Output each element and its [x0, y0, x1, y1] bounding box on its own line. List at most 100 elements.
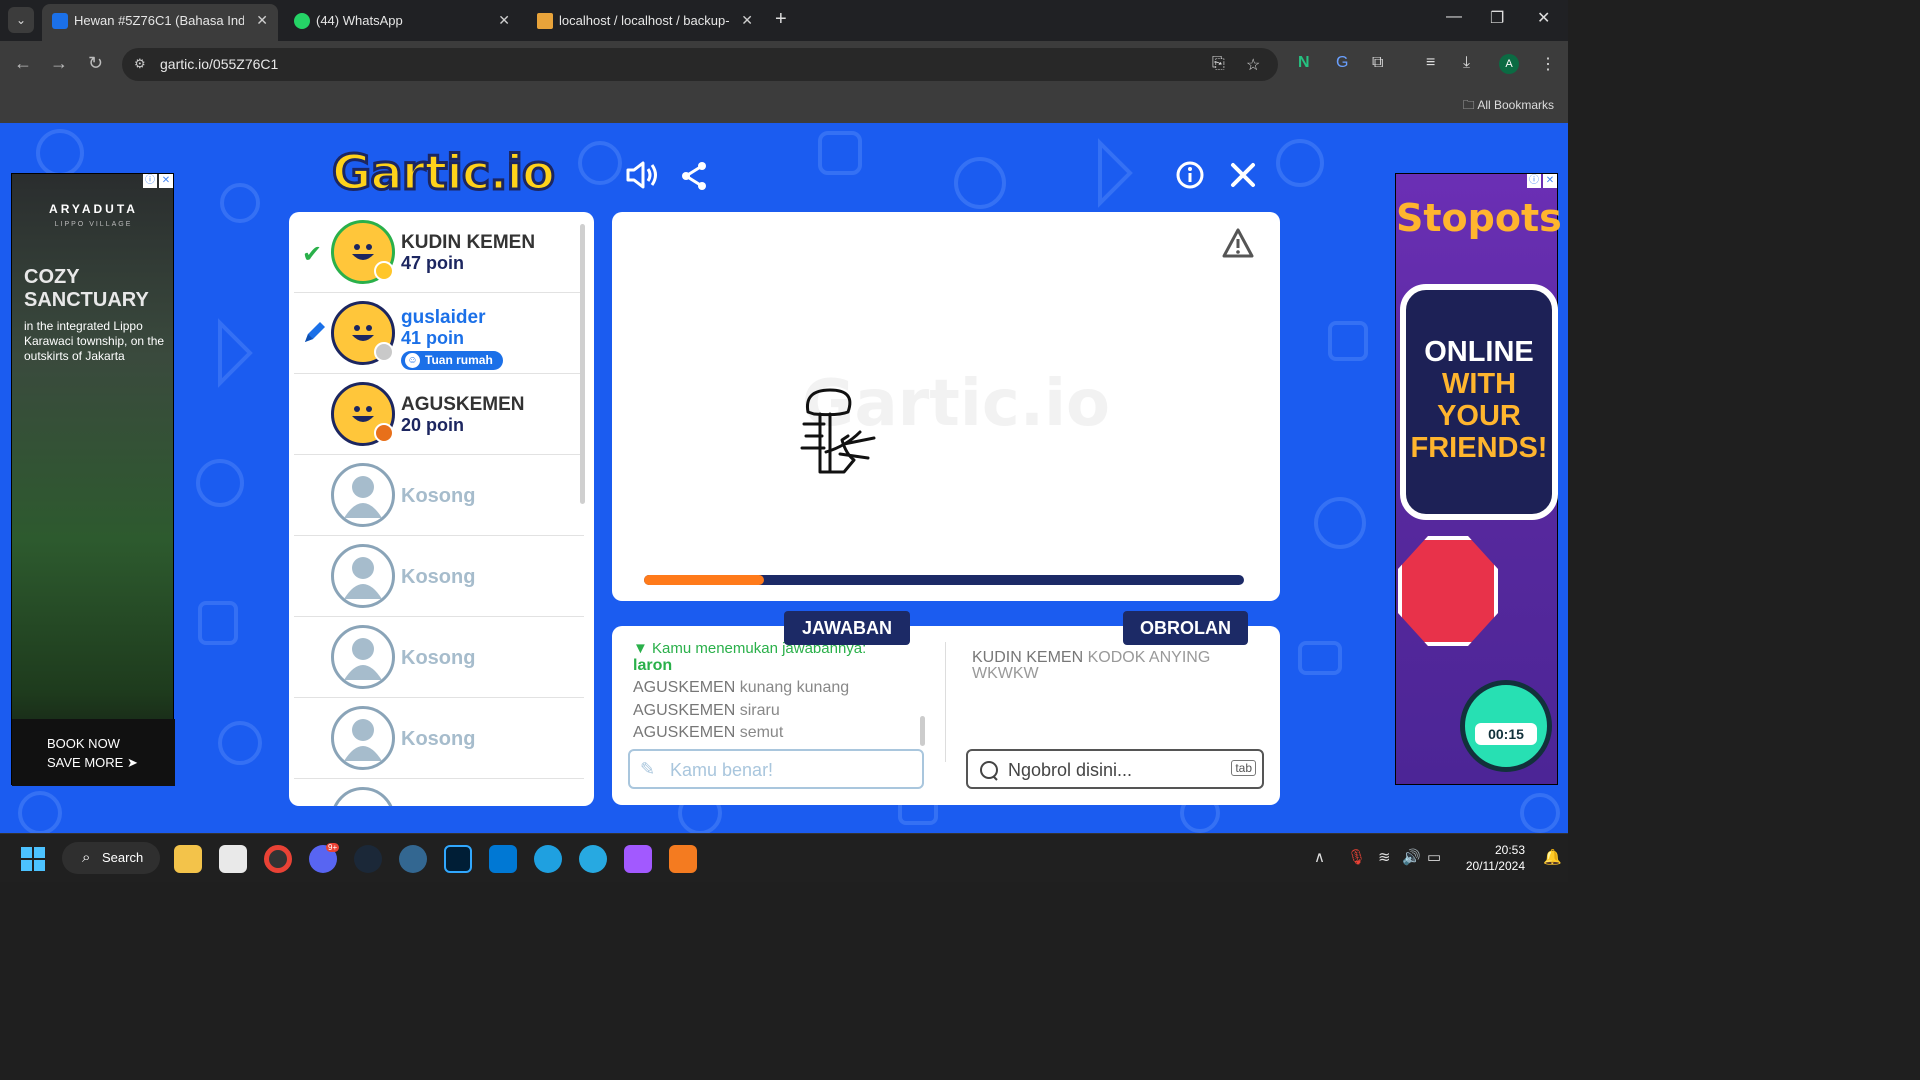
- empty-slot: Kosong: [294, 617, 584, 698]
- download-icon[interactable]: ⤓: [1463, 54, 1470, 72]
- wifi-icon[interactable]: ≋: [1378, 848, 1391, 866]
- tab-phpmyadmin[interactable]: localhost / localhost / backup-p ✕: [527, 4, 763, 41]
- file-explorer-icon[interactable]: [174, 845, 202, 873]
- app-icon[interactable]: [579, 845, 607, 873]
- smiley-face-icon: [352, 325, 374, 341]
- smiley-face-icon: [352, 406, 374, 422]
- close-tab-icon[interactable]: ✕: [498, 4, 510, 37]
- tab-key-hint: tab: [1231, 760, 1256, 776]
- site-info-icon[interactable]: ⚙: [134, 56, 146, 72]
- ad-brand: ARYADUTA: [49, 202, 138, 216]
- gartic-logo[interactable]: Gartic.io: [331, 144, 557, 203]
- volume-icon[interactable]: 🔊: [1402, 848, 1421, 866]
- extension-n-icon[interactable]: N: [1298, 54, 1310, 72]
- host-smile-icon: ☺: [405, 353, 420, 368]
- panel-divider: [945, 642, 946, 762]
- ad-body: in the integrated Lippo Karawaci townshi…: [24, 319, 165, 363]
- sound-icon[interactable]: [625, 160, 659, 190]
- ad-close-icon[interactable]: ✕: [1543, 174, 1557, 188]
- notification-bell-icon[interactable]: 🔔: [1543, 848, 1562, 866]
- close-tab-icon[interactable]: ✕: [256, 4, 268, 37]
- ad-panel: ONLINE WITH YOUR FRIENDS!: [1400, 284, 1558, 520]
- forward-button[interactable]: →: [50, 53, 68, 74]
- taskbar-clock[interactable]: 20:53 20/11/2024: [1455, 842, 1525, 874]
- all-bookmarks-button[interactable]: 🗀 All Bookmarks: [1463, 96, 1554, 117]
- adchoices-icon[interactable]: ⓘ: [1527, 174, 1541, 188]
- ad-cta[interactable]: BOOK NOW SAVE MORE ➤: [12, 719, 175, 786]
- reload-button[interactable]: ↻: [88, 53, 103, 74]
- taskbar-search[interactable]: ⌕ Search: [62, 842, 160, 874]
- url-text: gartic.io/055Z76C1: [160, 56, 279, 72]
- profile-avatar[interactable]: A: [1499, 54, 1519, 74]
- player-drawing: [800, 388, 876, 474]
- steam-icon[interactable]: [354, 845, 382, 873]
- chat-message: KUDIN KEMEN KODOK ANYING WKWKW: [972, 650, 1252, 682]
- answer-input-placeholder: Kamu benar!: [670, 760, 774, 780]
- player-color-dot: [374, 342, 394, 362]
- player-name: KUDIN KEMEN: [401, 232, 536, 253]
- chat-tab[interactable]: OBROLAN: [1123, 611, 1248, 645]
- answers-scrollbar[interactable]: [920, 716, 925, 746]
- close-tab-icon[interactable]: ✕: [741, 4, 753, 37]
- info-icon[interactable]: [1176, 161, 1204, 189]
- edge-icon[interactable]: [534, 845, 562, 873]
- user-silhouette-icon: [344, 557, 382, 599]
- media-control-icon[interactable]: ≡: [1426, 54, 1435, 72]
- report-warning-icon[interactable]: [1222, 228, 1254, 258]
- photoshop-icon[interactable]: [444, 845, 472, 873]
- chrome-icon[interactable]: [264, 845, 292, 873]
- translate-extension-icon[interactable]: G: [1336, 54, 1348, 72]
- extensions-icon[interactable]: ⧉: [1372, 54, 1383, 72]
- tray-overflow-icon[interactable]: ∧: [1314, 848, 1325, 866]
- copilot-icon[interactable]: [669, 845, 697, 873]
- install-app-icon[interactable]: ⎘: [1212, 55, 1225, 73]
- answers-tab[interactable]: JAWABAN: [784, 611, 910, 645]
- empty-slot-partial: [294, 779, 584, 806]
- player-points: 20 poin: [401, 415, 465, 435]
- close-window-button[interactable]: ✕: [1537, 8, 1550, 28]
- tab-gartic[interactable]: Hewan #5Z76C1 (Bahasa Indon ✕: [42, 4, 278, 41]
- microsoft-store-icon[interactable]: [219, 845, 247, 873]
- adchoices-icon[interactable]: ⓘ: [143, 174, 157, 188]
- answer-input[interactable]: ✎ Kamu benar!: [628, 749, 924, 789]
- player-list-scrollbar[interactable]: [580, 224, 585, 504]
- empty-slot: Kosong: [294, 455, 584, 536]
- found-answer-word: laron: [633, 657, 673, 674]
- player-name: AGUSKEMEN: [401, 394, 525, 415]
- restore-button[interactable]: ❐: [1490, 8, 1504, 28]
- player-row: AGUSKEMEN 20 poin: [294, 374, 584, 455]
- browser-menu-icon[interactable]: ⋮: [1540, 54, 1556, 74]
- ad-close-icon[interactable]: ✕: [159, 174, 173, 188]
- tab-strip: ⌄ Hewan #5Z76C1 (Bahasa Indon ✕ (44) Wha…: [0, 0, 1568, 41]
- microphone-icon[interactable]: 🎙: [1347, 848, 1366, 866]
- bookmarks-bar: 🗀 All Bookmarks: [0, 87, 1568, 123]
- back-button[interactable]: ←: [14, 53, 32, 74]
- minimize-button[interactable]: —: [1446, 8, 1462, 26]
- figma-icon[interactable]: [624, 845, 652, 873]
- tab-search-button[interactable]: ⌄: [8, 7, 34, 33]
- close-game-icon[interactable]: [1230, 162, 1256, 188]
- windows-start-icon[interactable]: [21, 847, 45, 871]
- battery-icon[interactable]: ▭: [1427, 848, 1441, 866]
- tab-whatsapp[interactable]: (44) WhatsApp ✕: [284, 4, 520, 41]
- chat-input[interactable]: Ngobrol disini... tab: [966, 749, 1264, 789]
- new-tab-button[interactable]: +: [775, 8, 787, 31]
- player-list: ✔ KUDIN KEMEN 47 poin guslaider 41 poin …: [289, 212, 594, 806]
- empty-slot: Kosong: [294, 698, 584, 779]
- ad-cta-line1: BOOK NOW: [47, 736, 120, 751]
- answer-message: AGUSKEMEN siraru: [633, 702, 780, 720]
- answer-user: AGUSKEMEN: [633, 724, 736, 741]
- address-bar[interactable]: ⚙ gartic.io/055Z76C1 ⎘ ☆: [122, 48, 1278, 81]
- answer-text: siraru: [739, 702, 780, 719]
- postgresql-icon[interactable]: [399, 845, 427, 873]
- bookmark-star-icon[interactable]: ☆: [1246, 55, 1260, 75]
- drawing-canvas[interactable]: Gartic.io: [612, 212, 1280, 601]
- right-advertisement[interactable]: ⓘ ✕ Stopots ONLINE WITH YOUR FRIENDS! 00…: [1395, 173, 1562, 785]
- empty-avatar: [331, 787, 395, 806]
- left-advertisement[interactable]: ⓘ ✕ ARYADUTA LIPPO VILLAGE COZY SANCTUAR…: [11, 173, 175, 786]
- vscode-icon[interactable]: [489, 845, 517, 873]
- share-icon[interactable]: [680, 161, 708, 191]
- empty-avatar: [331, 625, 395, 689]
- discord-badge: 9+: [326, 843, 340, 852]
- check-icon: ✔: [302, 241, 323, 268]
